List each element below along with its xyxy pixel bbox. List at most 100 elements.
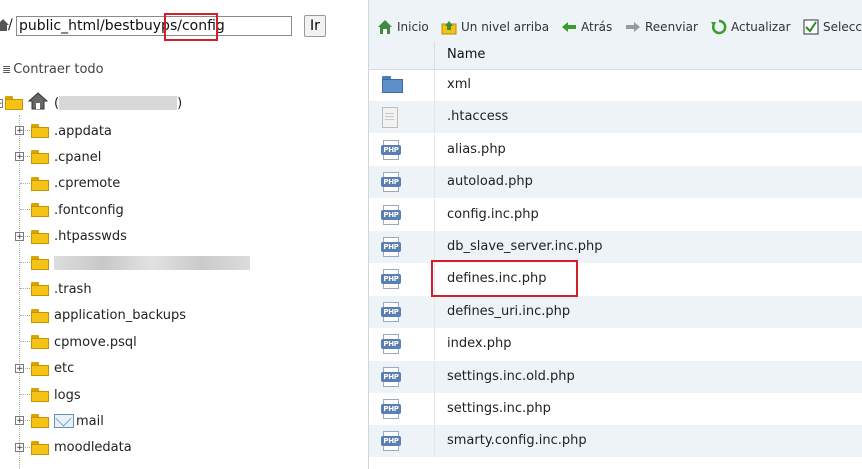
file-row[interactable]: PHP config.inc.php: [369, 198, 862, 231]
tree-item[interactable]: .fontconfig: [31, 199, 124, 221]
arrow-right-icon: [625, 19, 641, 35]
tree-item-label: .htpasswds: [54, 229, 127, 245]
home-icon: [377, 19, 393, 35]
forward-label: Reenviar: [645, 20, 698, 34]
tree-item[interactable]: [31, 252, 250, 274]
folder-icon: [31, 388, 49, 402]
refresh-label: Actualizar: [731, 20, 791, 34]
tree-item-label: .fontconfig: [54, 202, 124, 218]
tree-item-label: .cpanel: [54, 149, 102, 165]
expand-icon[interactable]: +: [15, 231, 24, 241]
open-folder-icon: [5, 96, 23, 110]
collapse-icon[interactable]: −: [0, 98, 3, 108]
file-name: db_slave_server.inc.php: [447, 239, 603, 254]
folder-icon: [31, 176, 49, 191]
folder-icon: [31, 282, 49, 297]
php-file-icon: PHP: [381, 269, 401, 290]
tree-item-label: etc: [54, 361, 75, 377]
file-row[interactable]: PHP index.php: [369, 328, 862, 361]
file-name: defines.inc.php: [447, 271, 547, 287]
expand-icon[interactable]: +: [15, 152, 24, 162]
home-button[interactable]: Inicio: [377, 18, 429, 36]
tree-item-label: logs: [54, 387, 81, 403]
file-row[interactable]: xml: [369, 69, 862, 101]
collapse-all-link[interactable]: ≣ Contraer todo: [2, 62, 104, 77]
expand-icon[interactable]: +: [15, 442, 24, 452]
file-row[interactable]: PHP settings.inc.old.php: [369, 360, 862, 393]
file-name: index.php: [447, 336, 512, 352]
tree-item-label: mail: [76, 413, 104, 429]
file-row[interactable]: PHP defines_uri.inc.php: [369, 295, 862, 328]
path-input[interactable]: [16, 16, 292, 36]
file-name: defines_uri.inc.php: [447, 303, 571, 319]
tree-item[interactable]: moodledata: [31, 437, 132, 459]
file-row[interactable]: PHP defines.inc.php: [369, 263, 862, 296]
tree-item[interactable]: .trash: [31, 278, 92, 300]
path-bar: / Ir: [0, 10, 368, 41]
tree-item[interactable]: logs: [31, 384, 81, 406]
folder-icon: [31, 335, 49, 350]
folder-icon: [31, 124, 49, 138]
tree-item[interactable]: etc: [31, 358, 74, 380]
redacted-folder-name: [54, 256, 250, 270]
folder-icon: [31, 414, 49, 429]
refresh-button[interactable]: Actualizar: [711, 18, 791, 36]
back-label: Atrás: [581, 20, 613, 34]
php-file-icon: PHP: [381, 431, 401, 452]
php-file-icon: PHP: [381, 237, 401, 257]
back-button[interactable]: Atrás: [561, 18, 612, 36]
forward-button[interactable]: Reenviar: [625, 18, 698, 36]
file-name: settings.inc.php: [447, 401, 551, 416]
go-button[interactable]: Ir: [304, 15, 326, 37]
folder-icon: [381, 75, 403, 93]
tree-item-label: application_backups: [54, 308, 186, 324]
refresh-icon: [711, 19, 727, 35]
file-name: config.inc.php: [447, 206, 539, 222]
folder-icon: [31, 308, 49, 323]
checkbox-icon: [803, 19, 819, 35]
php-file-icon: PHP: [381, 204, 401, 225]
tree-item[interactable]: .appdata: [31, 120, 112, 142]
up-one-level-button[interactable]: Un nivel arriba: [441, 18, 549, 36]
file-name: autoload.php: [447, 174, 533, 190]
redacted-username: [59, 96, 178, 110]
toolbar: Inicio Un nivel arriba Atrás Reenviar Ac…: [369, 0, 862, 43]
tree-root[interactable]: − ( ): [0, 92, 182, 114]
up-one-level-label: Un nivel arriba: [461, 20, 550, 34]
tree-item[interactable]: application_backups: [31, 305, 186, 327]
file-list-header: Name: [369, 42, 862, 70]
select-button[interactable]: Selecc: [803, 18, 862, 36]
folder-icon: [31, 440, 49, 455]
select-label: Selecc: [823, 20, 862, 34]
envelope-icon: [54, 414, 74, 429]
file-row[interactable]: PHP alias.php: [369, 133, 862, 166]
path-prefix: /: [8, 17, 13, 33]
file-row[interactable]: PHP autoload.php: [369, 166, 862, 199]
php-file-icon: PHP: [381, 301, 401, 322]
expand-icon[interactable]: +: [15, 126, 24, 136]
file-name: alias.php: [447, 141, 506, 157]
tree-item-label: .cpremote: [54, 176, 121, 192]
file-row[interactable]: PHP smarty.config.inc.php: [369, 425, 862, 458]
php-file-icon: PHP: [381, 399, 401, 419]
file-row[interactable]: PHP db_slave_server.inc.php: [369, 231, 862, 263]
tree-item[interactable]: .htpasswds: [31, 226, 127, 248]
home-icon: [27, 92, 49, 114]
tree-item[interactable]: .cpanel: [31, 146, 101, 168]
folder-up-icon: [441, 19, 457, 35]
file-name: smarty.config.inc.php: [447, 433, 587, 449]
expand-icon[interactable]: +: [15, 416, 24, 426]
php-file-icon: PHP: [381, 139, 401, 160]
name-column-header[interactable]: Name: [447, 47, 485, 62]
tree-item-label: .trash: [54, 281, 92, 297]
folder-icon: [31, 361, 49, 376]
file-row[interactable]: PHP settings.inc.php: [369, 393, 862, 425]
expand-icon[interactable]: +: [15, 363, 24, 373]
folder-icon: [31, 150, 49, 165]
tree-item[interactable]: cpmove.psql: [31, 331, 137, 353]
tree-item[interactable]: .cpremote: [31, 173, 120, 195]
folder-icon: [31, 203, 49, 218]
list-icon: ≣: [2, 63, 12, 76]
tree-item[interactable]: mail: [31, 410, 104, 432]
file-row[interactable]: .htaccess: [369, 101, 862, 134]
